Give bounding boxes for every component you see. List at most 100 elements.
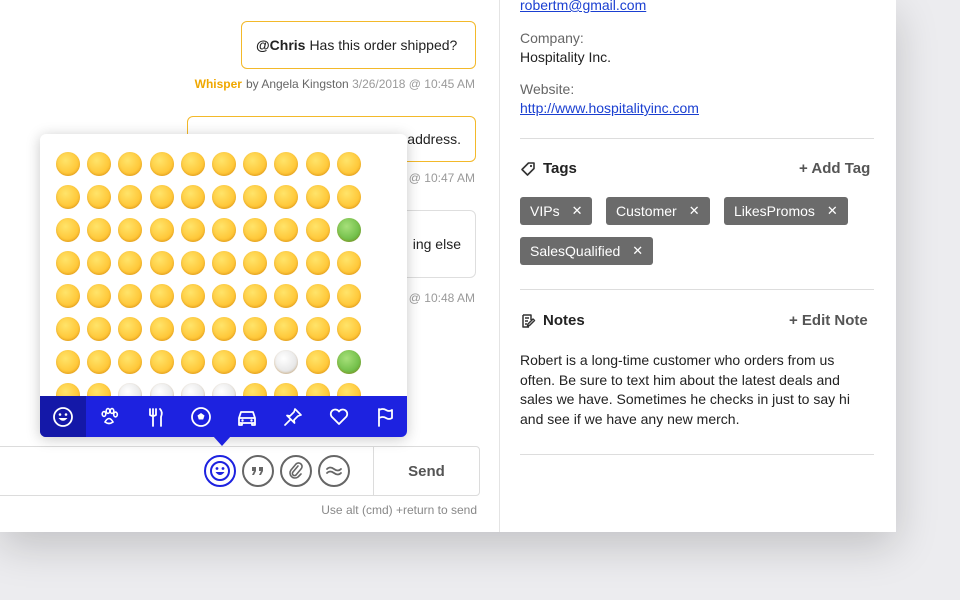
emoji-item[interactable] <box>149 218 174 242</box>
emoji-item[interactable] <box>212 251 236 275</box>
emoji-item[interactable] <box>305 284 330 308</box>
remove-tag-icon[interactable]: ✕ <box>632 243 643 259</box>
message-composer[interactable]: Send <box>0 446 480 496</box>
emoji-item[interactable] <box>305 218 330 242</box>
emoji-item[interactable] <box>336 251 361 275</box>
emoji-item[interactable] <box>274 350 299 374</box>
emoji-item[interactable] <box>180 284 205 308</box>
emoji-item[interactable] <box>56 350 80 374</box>
emoji-item[interactable] <box>180 350 205 374</box>
emoji-item[interactable] <box>56 383 80 396</box>
emoji-item[interactable] <box>274 251 299 275</box>
emoji-item[interactable] <box>118 284 143 308</box>
emoji-item[interactable] <box>274 218 299 242</box>
emoji-item[interactable] <box>305 317 330 341</box>
tab-symbols[interactable] <box>316 396 362 437</box>
canned-response-button[interactable] <box>318 455 350 487</box>
emoji-item[interactable] <box>180 152 205 176</box>
emoji-item[interactable] <box>118 251 143 275</box>
emoji-item[interactable] <box>274 185 299 209</box>
remove-tag-icon[interactable]: ✕ <box>572 203 583 219</box>
emoji-item[interactable] <box>180 251 205 275</box>
emoji-item[interactable] <box>336 350 361 374</box>
emoji-item[interactable] <box>56 251 80 275</box>
emoji-item[interactable] <box>212 350 236 374</box>
emoji-item[interactable] <box>336 383 361 396</box>
emoji-item[interactable] <box>180 185 205 209</box>
emoji-item[interactable] <box>243 152 268 176</box>
emoji-item[interactable] <box>243 185 268 209</box>
emoji-item[interactable] <box>87 152 112 176</box>
emoji-item[interactable] <box>149 251 174 275</box>
emoji-item[interactable] <box>180 218 205 242</box>
emoji-item[interactable] <box>274 152 299 176</box>
emoji-item[interactable] <box>118 317 143 341</box>
emoji-item[interactable] <box>56 317 80 341</box>
emoji-item[interactable] <box>336 152 361 176</box>
emoji-item[interactable] <box>118 185 143 209</box>
emoji-item[interactable] <box>149 284 174 308</box>
emoji-item[interactable] <box>56 152 80 176</box>
emoji-item[interactable] <box>87 251 112 275</box>
emoji-item[interactable] <box>305 185 330 209</box>
emoji-item[interactable] <box>336 317 361 341</box>
emoji-item[interactable] <box>56 185 80 209</box>
emoji-item[interactable] <box>336 284 361 308</box>
emoji-item[interactable] <box>212 185 236 209</box>
emoji-item[interactable] <box>212 152 236 176</box>
emoji-item[interactable] <box>243 383 268 396</box>
add-tag-button[interactable]: + Add Tag <box>799 160 870 177</box>
website-link[interactable]: http://www.hospitalityinc.com <box>520 100 699 116</box>
tab-objects[interactable] <box>270 396 316 437</box>
emoji-item[interactable] <box>87 185 112 209</box>
quote-button[interactable] <box>242 455 274 487</box>
contact-email[interactable]: robertm@gmail.com <box>520 0 646 13</box>
tab-food[interactable] <box>132 396 178 437</box>
emoji-item[interactable] <box>56 284 80 308</box>
emoji-item[interactable] <box>243 251 268 275</box>
emoji-item[interactable] <box>243 284 268 308</box>
emoji-item[interactable] <box>87 383 112 396</box>
emoji-item[interactable] <box>305 383 330 396</box>
emoji-item[interactable] <box>87 218 112 242</box>
emoji-item[interactable] <box>212 317 236 341</box>
emoji-item[interactable] <box>118 350 143 374</box>
remove-tag-icon[interactable]: ✕ <box>689 203 700 219</box>
tab-smileys[interactable] <box>40 396 86 437</box>
send-button[interactable]: Send <box>373 447 479 495</box>
emoji-picker-button[interactable] <box>204 455 236 487</box>
emoji-item[interactable] <box>305 152 330 176</box>
emoji-item[interactable] <box>336 185 361 209</box>
emoji-item[interactable] <box>212 284 236 308</box>
edit-note-button[interactable]: + Edit Note <box>789 312 868 329</box>
mention[interactable]: @Chris <box>256 37 305 53</box>
emoji-item[interactable] <box>87 350 112 374</box>
emoji-item[interactable] <box>149 317 174 341</box>
emoji-item[interactable] <box>87 317 112 341</box>
emoji-item[interactable] <box>118 152 143 176</box>
emoji-item[interactable] <box>212 218 236 242</box>
emoji-item[interactable] <box>274 383 299 396</box>
emoji-item[interactable] <box>243 218 268 242</box>
emoji-item[interactable] <box>149 383 174 396</box>
emoji-item[interactable] <box>336 218 361 242</box>
tab-activities[interactable] <box>178 396 224 437</box>
emoji-item[interactable] <box>180 317 205 341</box>
emoji-item[interactable] <box>87 284 112 308</box>
tab-flags[interactable] <box>362 396 407 437</box>
emoji-item[interactable] <box>56 218 80 242</box>
remove-tag-icon[interactable]: ✕ <box>827 203 838 219</box>
emoji-item[interactable] <box>149 152 174 176</box>
tab-travel[interactable] <box>224 396 270 437</box>
emoji-item[interactable] <box>243 317 268 341</box>
emoji-item[interactable] <box>274 317 299 341</box>
emoji-item[interactable] <box>149 185 174 209</box>
tab-animals[interactable] <box>86 396 132 437</box>
emoji-item[interactable] <box>149 350 174 374</box>
emoji-item[interactable] <box>118 383 143 396</box>
emoji-item[interactable] <box>305 251 330 275</box>
emoji-item[interactable] <box>212 383 236 396</box>
emoji-item[interactable] <box>274 284 299 308</box>
emoji-item[interactable] <box>305 350 330 374</box>
attach-button[interactable] <box>280 455 312 487</box>
